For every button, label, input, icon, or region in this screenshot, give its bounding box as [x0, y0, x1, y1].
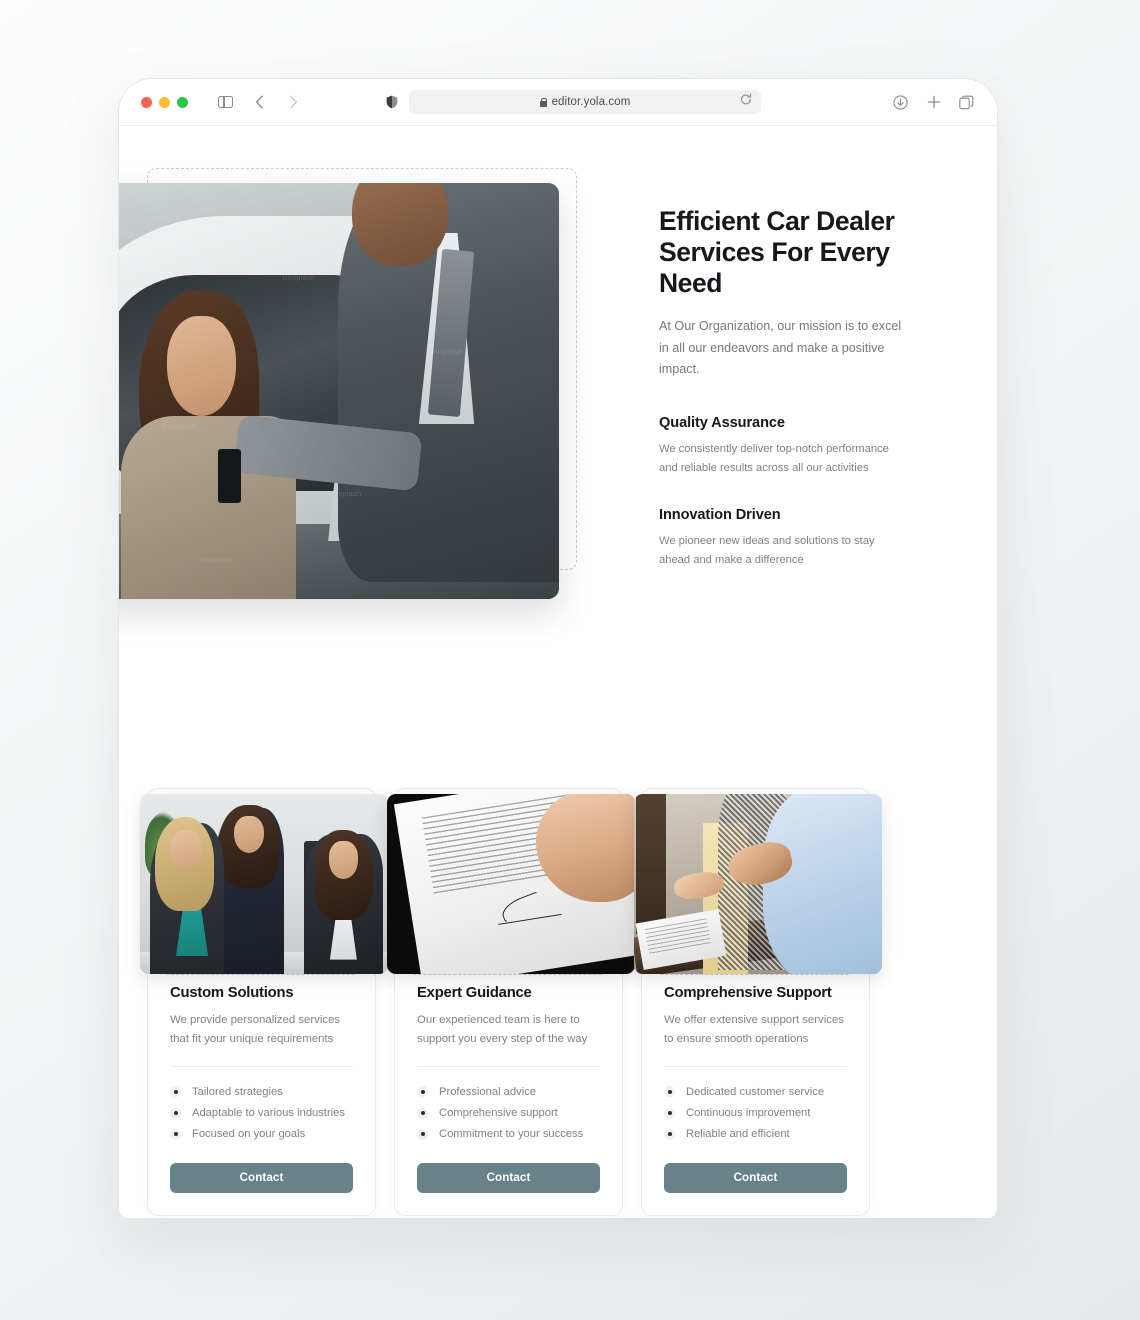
list-item-label: Reliable and efficient — [686, 1128, 790, 1141]
bullet-icon — [417, 1128, 428, 1140]
card-divider — [170, 1066, 353, 1068]
feature-block-innovation: Innovation Driven We pioneer new ideas a… — [659, 507, 907, 571]
image-watermark: Unsplash — [125, 232, 159, 240]
card-description: We offer extensive support services to e… — [664, 1014, 845, 1046]
car-dealer-handing-keys-photo: Unsplash Unsplash Unsplash Unsplash Unsp… — [119, 183, 559, 599]
bullet-icon — [417, 1107, 428, 1119]
image-watermark: Unsplash — [328, 490, 362, 498]
feature-title: Quality Assurance — [659, 414, 785, 431]
chevron-right-icon[interactable] — [285, 94, 302, 111]
bullet-icon — [170, 1086, 181, 1098]
url-text: editor.yola.com — [551, 96, 631, 108]
browser-toolbar: editor.yola.com — [119, 79, 997, 126]
business-women-meeting-photo — [140, 794, 388, 974]
browser-window: editor.yola.com Unsplash Unsplash Unspla… — [118, 78, 998, 1218]
contact-button[interactable]: Contact — [170, 1162, 353, 1193]
contact-button[interactable]: Contact — [664, 1162, 847, 1193]
feature-block-quality: Quality Assurance We consistently delive… — [659, 415, 907, 479]
navigation-controls — [217, 94, 302, 111]
card-image-slot[interactable] — [387, 794, 635, 975]
list-item: Reliable and efficient — [664, 1124, 847, 1145]
maximize-window-button[interactable] — [177, 96, 188, 108]
card-title: Expert Guidance — [417, 985, 532, 1001]
list-item: Dedicated customer service — [664, 1081, 847, 1102]
address-bar[interactable]: editor.yola.com — [409, 90, 761, 114]
bullet-icon — [170, 1107, 181, 1119]
bullet-icon — [664, 1128, 675, 1140]
image-watermark: Unsplash — [282, 274, 316, 282]
card-image[interactable] — [634, 794, 882, 974]
list-item-label: Commitment to your success — [439, 1128, 584, 1141]
list-item: Comprehensive support — [417, 1103, 600, 1124]
service-cards-row: Custom Solutions We provide personalized… — [140, 788, 971, 1216]
card-image-slot[interactable] — [634, 794, 882, 975]
image-watermark: Unsplash — [162, 424, 196, 432]
bullet-icon — [417, 1086, 428, 1098]
website-canvas: Unsplash Unsplash Unsplash Unsplash Unsp… — [119, 168, 997, 1218]
service-card[interactable]: Expert Guidance Our experienced team is … — [387, 788, 635, 1216]
handshake-over-clipboard-photo — [634, 794, 882, 974]
card-bullet-list: Professional advice Comprehensive suppor… — [417, 1081, 600, 1145]
reload-icon[interactable] — [740, 93, 752, 111]
feature-text: We pioneer new ideas and solutions to st… — [659, 534, 875, 566]
card-image[interactable] — [140, 794, 388, 974]
toolbar-actions — [892, 94, 975, 111]
bullet-icon — [170, 1128, 181, 1140]
hero-section: Unsplash Unsplash Unsplash Unsplash Unsp… — [119, 168, 969, 599]
service-card[interactable]: Comprehensive Support We offer extensive… — [634, 788, 882, 1216]
hero-image-slot[interactable]: Unsplash Unsplash Unsplash Unsplash Unsp… — [119, 168, 577, 599]
card-divider — [417, 1066, 600, 1068]
hero-image[interactable]: Unsplash Unsplash Unsplash Unsplash Unsp… — [119, 183, 559, 599]
close-window-button[interactable] — [141, 96, 152, 108]
card-bullet-list: Tailored strategies Adaptable to various… — [170, 1081, 353, 1145]
bullet-icon — [664, 1086, 675, 1098]
list-item: Tailored strategies — [170, 1081, 353, 1102]
card-description: We provide personalized services that fi… — [170, 1014, 341, 1046]
card-image[interactable] — [387, 794, 635, 974]
minimize-window-button[interactable] — [159, 96, 170, 108]
plus-icon[interactable] — [925, 94, 942, 111]
hand-signing-document-photo — [387, 794, 635, 974]
sidebar-toggle-icon[interactable] — [217, 94, 234, 111]
list-item-label: Dedicated customer service — [686, 1085, 825, 1098]
bullet-icon — [664, 1107, 675, 1119]
card-title: Comprehensive Support — [664, 985, 832, 1001]
lock-icon — [539, 97, 547, 107]
card-divider — [664, 1066, 847, 1068]
service-card[interactable]: Custom Solutions We provide personalized… — [140, 788, 388, 1216]
list-item-label: Continuous improvement — [686, 1107, 811, 1120]
list-item: Continuous improvement — [664, 1103, 847, 1124]
feature-title: Innovation Driven — [659, 506, 781, 523]
card-description: Our experienced team is here to support … — [417, 1014, 588, 1046]
chevron-left-icon[interactable] — [251, 94, 268, 111]
tab-overview-icon[interactable] — [958, 94, 975, 111]
contact-button[interactable]: Contact — [417, 1162, 600, 1193]
hero-subtitle: At Our Organization, our mission is to e… — [659, 319, 902, 377]
card-image-slot[interactable] — [140, 794, 388, 975]
card-title: Custom Solutions — [170, 985, 294, 1001]
download-icon[interactable] — [892, 94, 909, 111]
list-item: Focused on your goals — [170, 1124, 353, 1145]
list-item: Professional advice — [417, 1081, 600, 1102]
feature-text: We consistently deliver top-notch perfor… — [659, 442, 889, 475]
list-item-label: Focused on your goals — [192, 1128, 306, 1141]
image-watermark: Unsplash — [199, 557, 233, 565]
image-watermark: Unsplash — [429, 349, 464, 357]
list-item-label: Professional advice — [439, 1085, 537, 1098]
page-title: Efficient Car Dealer Services For Every … — [659, 206, 895, 298]
hero-copy: Efficient Car Dealer Services For Every … — [577, 168, 907, 570]
list-item: Commitment to your success — [417, 1124, 600, 1145]
card-bullet-list: Dedicated customer service Continuous im… — [664, 1081, 847, 1145]
list-item-label: Comprehensive support — [439, 1107, 558, 1120]
privacy-shield-icon[interactable] — [386, 95, 398, 109]
list-item: Adaptable to various industries — [170, 1103, 353, 1124]
list-item-label: Tailored strategies — [192, 1085, 283, 1098]
list-item-label: Adaptable to various industries — [192, 1107, 345, 1120]
window-controls[interactable] — [141, 96, 188, 108]
